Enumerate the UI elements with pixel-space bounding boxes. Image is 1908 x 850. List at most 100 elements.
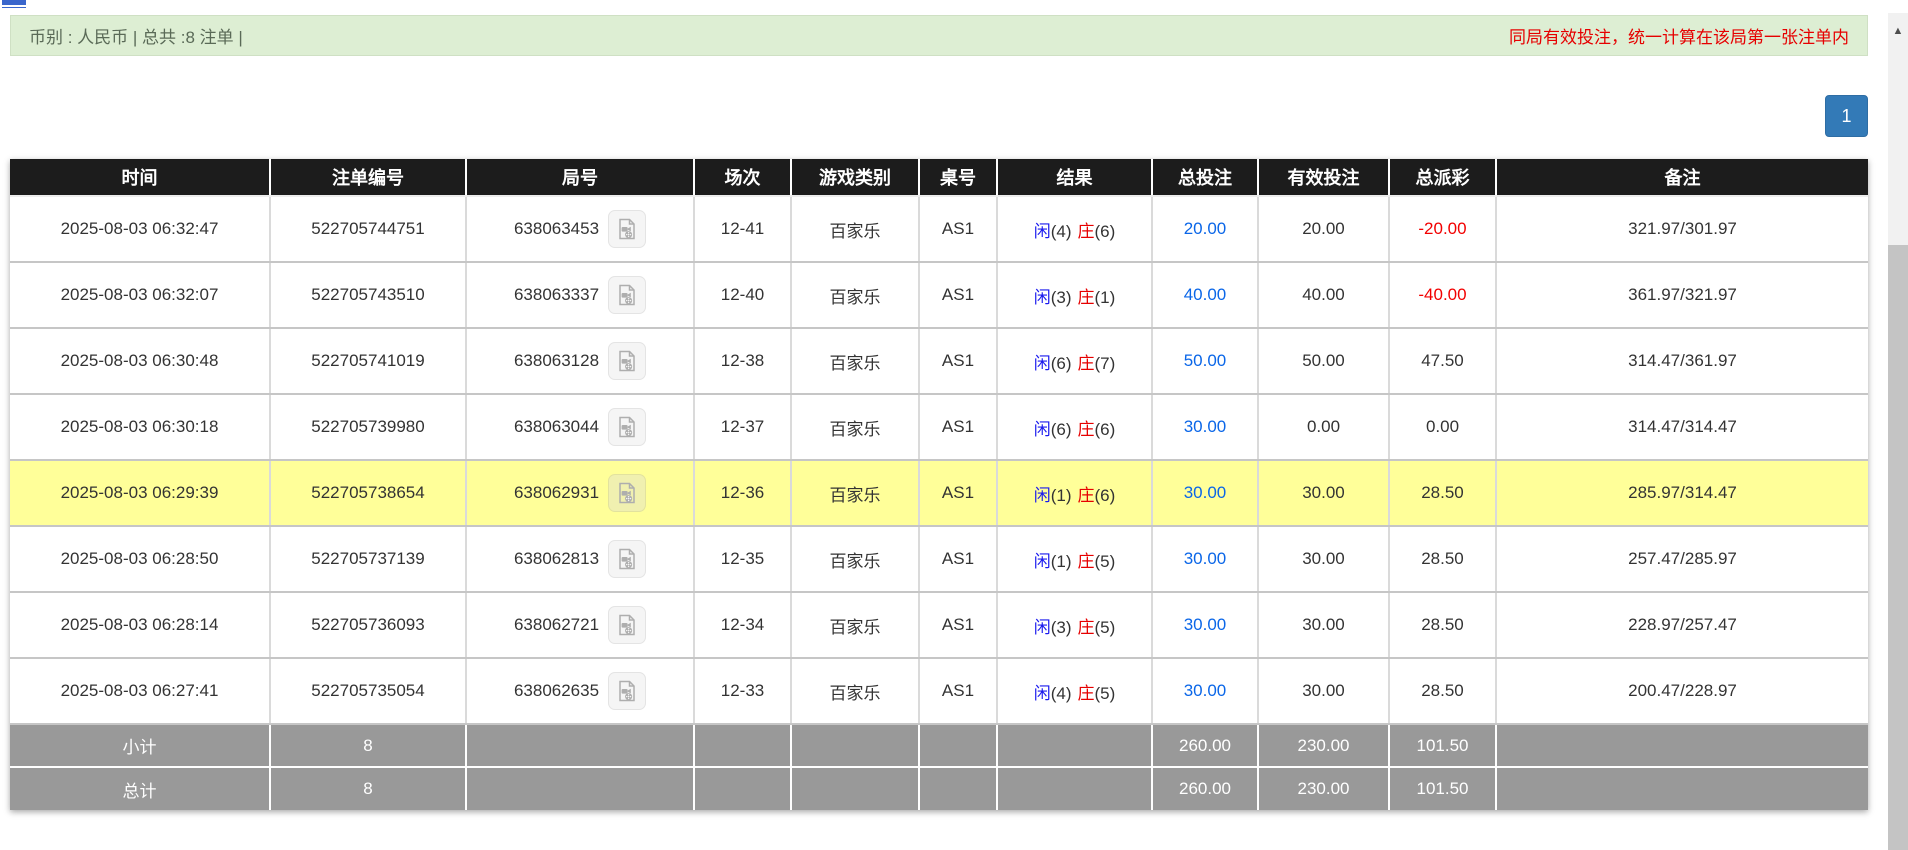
video-replay-button[interactable] [608, 672, 646, 710]
banker-result-points: (1) [1095, 288, 1116, 307]
cell-result: 闲(3) 庄(5) [997, 592, 1152, 658]
cell-bet-id: 522705744751 [270, 196, 466, 262]
table-row: 2025-08-03 06:27:41 522705735054 6380626… [10, 658, 1868, 724]
video-replay-button[interactable] [608, 210, 646, 248]
cell-total-bet-link[interactable]: 40.00 [1152, 262, 1258, 328]
video-replay-button[interactable] [608, 474, 646, 512]
player-result-label: 闲 [1034, 288, 1051, 307]
player-result-points: (3) [1051, 618, 1072, 637]
cell-total-bet-link[interactable]: 20.00 [1152, 196, 1258, 262]
cell-valid-bet: 30.00 [1258, 526, 1389, 592]
cell-total-bet-link[interactable]: 30.00 [1152, 394, 1258, 460]
cell-total-bet-link[interactable]: 30.00 [1152, 658, 1258, 724]
bet-records-table: 时间 注单编号 局号 场次 游戏类别 桌号 结果 总投注 有效投注 总派彩 备注… [10, 159, 1868, 810]
cell-result: 闲(3)庄(1) [997, 262, 1152, 328]
col-header-result: 结果 [997, 159, 1152, 196]
video-replay-button[interactable] [608, 540, 646, 578]
video-file-icon [615, 679, 639, 703]
subtotal-count: 8 [270, 724, 466, 767]
cell-valid-bet: 40.00 [1258, 262, 1389, 328]
banker-result-points: (5) [1095, 618, 1116, 637]
round-id: 638063453 [514, 219, 599, 239]
player-result-label: 闲 [1034, 486, 1051, 505]
cell-payout: 47.50 [1389, 328, 1496, 394]
main-content: 币别 : 人民币 | 总共 :8 注单 | 同局有效投注，统一计算在该局第一张注… [10, 15, 1868, 810]
cell-total-bet-link[interactable]: 30.00 [1152, 526, 1258, 592]
cell-note: 314.47/361.97 [1496, 328, 1868, 394]
table-footer: 小计 8 260.00 230.00 101.50 总计 8 260.00 23… [10, 724, 1868, 810]
video-file-icon [615, 217, 639, 241]
video-file-icon [615, 283, 639, 307]
player-result-label: 闲 [1034, 618, 1051, 637]
cell-table-no: AS1 [919, 526, 997, 592]
video-file-icon [615, 613, 639, 637]
valid-bet-notice-text: 同局有效投注，统一计算在该局第一张注单内 [1509, 23, 1849, 48]
col-header-valid-bet: 有效投注 [1258, 159, 1389, 196]
total-total-bet: 260.00 [1152, 767, 1258, 810]
pagination: 1 [10, 95, 1868, 137]
cell-round: 638062635 [466, 658, 694, 724]
video-replay-button[interactable] [608, 342, 646, 380]
col-header-game-type: 游戏类别 [791, 159, 919, 196]
video-replay-button[interactable] [608, 276, 646, 314]
cell-total-bet-link[interactable]: 50.00 [1152, 328, 1258, 394]
table-row: 2025-08-03 06:32:47 522705744751 6380634… [10, 196, 1868, 262]
page-button-1[interactable]: 1 [1825, 95, 1868, 137]
cell-payout: 28.50 [1389, 658, 1496, 724]
cell-valid-bet: 30.00 [1258, 592, 1389, 658]
clipped-top-link[interactable] [2, 0, 26, 5]
table-row: 2025-08-03 06:29:39 522705738654 6380629… [10, 460, 1868, 526]
player-result-points: (1) [1051, 486, 1072, 505]
player-result-points: (4) [1051, 222, 1072, 241]
col-header-time: 时间 [10, 159, 270, 196]
banker-result-label: 庄 [1078, 486, 1095, 505]
banker-result-label: 庄 [1078, 618, 1095, 637]
scroll-up-arrow-icon[interactable]: ▲ [1888, 13, 1908, 49]
cell-note: 361.97/321.97 [1496, 262, 1868, 328]
vertical-scrollbar: ▲ [1888, 13, 1908, 850]
cell-result: 闲(1)庄(5) [997, 526, 1152, 592]
round-id: 638062931 [514, 483, 599, 503]
cell-table-no: AS1 [919, 262, 997, 328]
cell-table-no: AS1 [919, 460, 997, 526]
video-replay-button[interactable] [608, 606, 646, 644]
col-header-total-bet: 总投注 [1152, 159, 1258, 196]
video-replay-button[interactable] [608, 408, 646, 446]
cell-total-bet-link[interactable]: 30.00 [1152, 592, 1258, 658]
cell-bet-id: 522705735054 [270, 658, 466, 724]
cell-bet-id: 522705741019 [270, 328, 466, 394]
cell-round: 638063044 [466, 394, 694, 460]
cell-valid-bet: 30.00 [1258, 460, 1389, 526]
cell-game-type: 百家乐 [791, 658, 919, 724]
cell-game-type: 百家乐 [791, 526, 919, 592]
cell-session: 12-38 [694, 328, 791, 394]
subtotal-row: 小计 8 260.00 230.00 101.50 [10, 724, 1868, 767]
currency-summary-text: 币别 : 人民币 | 总共 :8 注单 | [29, 23, 243, 48]
cell-table-no: AS1 [919, 592, 997, 658]
col-header-round: 局号 [466, 159, 694, 196]
banker-result-label: 庄 [1078, 552, 1095, 571]
subtotal-total-bet: 260.00 [1152, 724, 1258, 767]
cell-bet-id: 522705736093 [270, 592, 466, 658]
banker-result-points: (5) [1095, 552, 1116, 571]
banker-result-label: 庄 [1078, 222, 1095, 241]
scrollbar-thumb[interactable] [1888, 245, 1908, 850]
cell-payout: 28.50 [1389, 526, 1496, 592]
cell-note: 200.47/228.97 [1496, 658, 1868, 724]
col-header-payout: 总派彩 [1389, 159, 1496, 196]
player-result-label: 闲 [1034, 552, 1051, 571]
cell-total-bet-link[interactable]: 30.00 [1152, 460, 1258, 526]
subtotal-valid-bet: 230.00 [1258, 724, 1389, 767]
cell-game-type: 百家乐 [791, 460, 919, 526]
cell-game-type: 百家乐 [791, 592, 919, 658]
total-payout: 101.50 [1389, 767, 1496, 810]
video-file-icon [615, 415, 639, 439]
cell-bet-id: 522705737139 [270, 526, 466, 592]
round-id: 638062721 [514, 615, 599, 635]
cell-game-type: 百家乐 [791, 196, 919, 262]
banker-result-points: (5) [1095, 684, 1116, 703]
banker-result-label: 庄 [1078, 288, 1095, 307]
cell-time: 2025-08-03 06:29:39 [10, 460, 270, 526]
cell-payout: -20.00 [1389, 196, 1496, 262]
cell-bet-id: 522705738654 [270, 460, 466, 526]
